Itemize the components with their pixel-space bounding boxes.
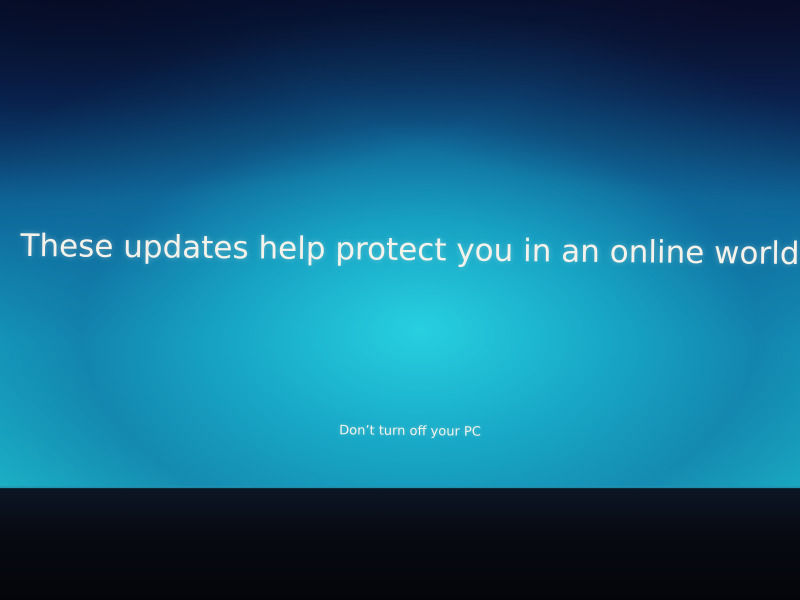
dont-turn-off-message: Don’t turn off your PC [339,423,481,440]
photo-frame: These updates help protect you in an onl… [0,0,800,600]
monitor-bezel [0,490,800,600]
update-headline: These updates help protect you in an onl… [20,227,800,273]
windows-update-screen: These updates help protect you in an onl… [0,0,800,488]
